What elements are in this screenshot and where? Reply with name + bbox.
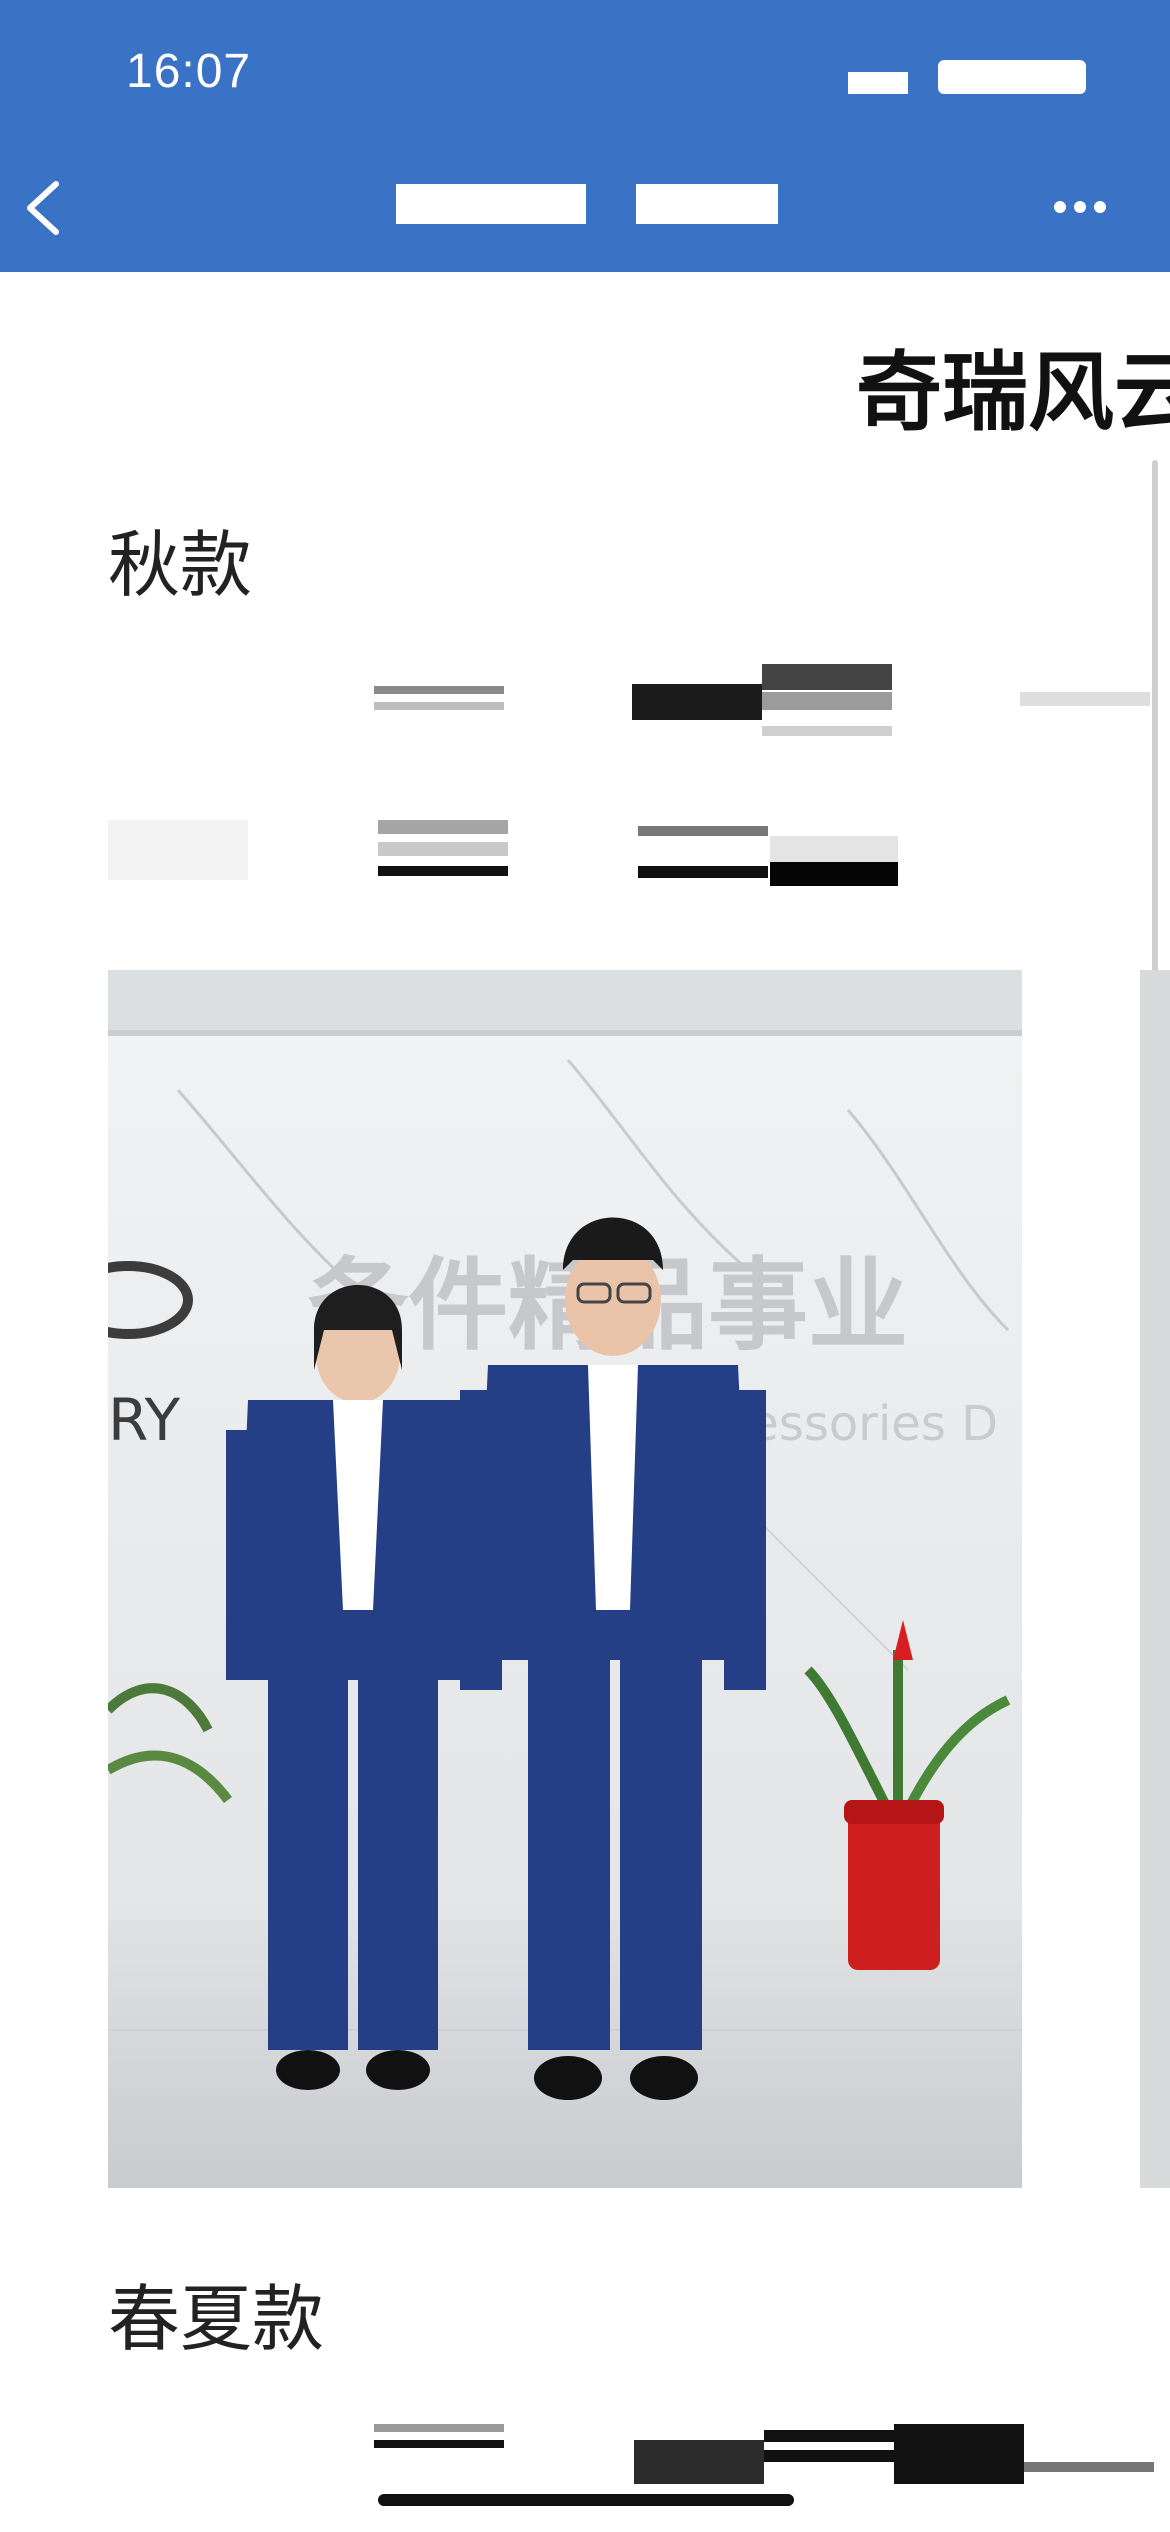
uniform-photo: 备件精品事业 Spare Parts & Accessories D RY xyxy=(108,970,1022,2188)
chevron-left-icon[interactable] xyxy=(18,178,70,238)
more-horizontal-icon[interactable] xyxy=(1054,198,1114,222)
status-icons-redacted xyxy=(938,60,1086,94)
section-heading-autumn: 秋款 xyxy=(108,523,253,607)
status-time: 16:07 xyxy=(126,45,252,98)
logo-text: RY xyxy=(108,1386,181,1454)
section-heading-spring-summer: 春夏款 xyxy=(108,2277,325,2361)
next-photo-edge xyxy=(1140,970,1170,2188)
article-title: 奇瑞风云 xyxy=(856,343,1170,443)
nav-title-redacted xyxy=(636,184,778,224)
home-indicator[interactable] xyxy=(378,2494,794,2506)
nav-title-redacted xyxy=(396,184,586,224)
app-header: 16:07 xyxy=(0,0,1170,272)
status-icons-redacted xyxy=(848,72,908,94)
